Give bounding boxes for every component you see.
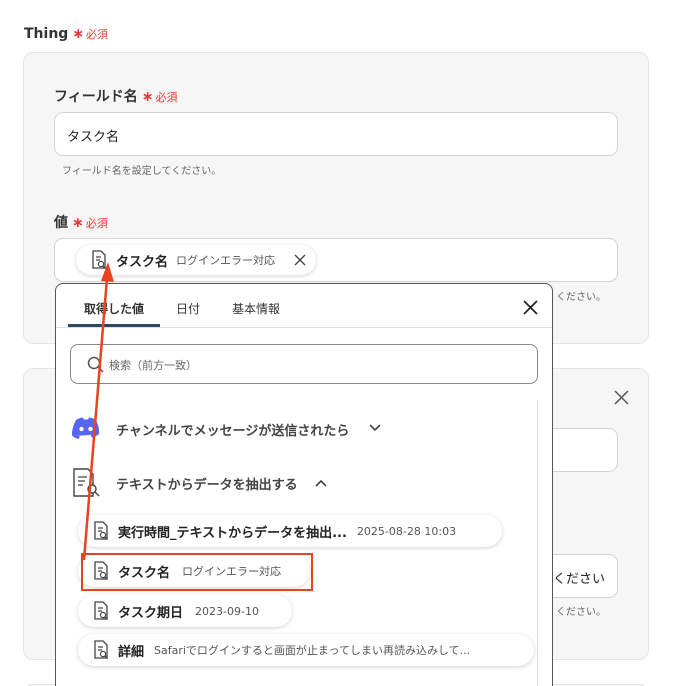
annotation-arrow [82,262,114,561]
